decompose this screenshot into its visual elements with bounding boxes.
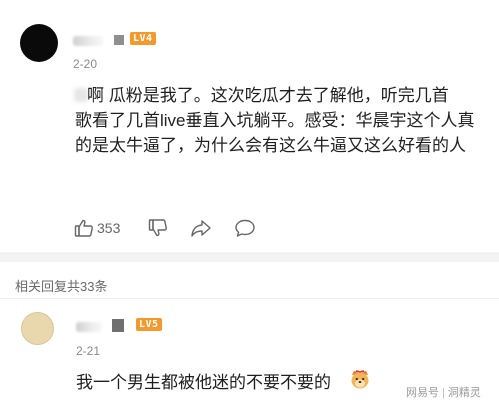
comment-date: 2-21 [76, 344, 101, 358]
comment-text: 我一个男生都被他迷的不要不要的 [76, 373, 331, 392]
user-mark-icon [112, 319, 124, 332]
watermark-left: 网易号 [406, 387, 439, 399]
avatar[interactable] [21, 312, 54, 345]
reply-card: LV5 2-21 我一个男生都被他迷的不要不要的 [0, 0, 499, 407]
source-watermark: 网易号 | 洞精灵 [403, 383, 484, 401]
watermark-separator: | [442, 387, 445, 399]
level-badge: LV5 [136, 318, 162, 331]
username-blurred[interactable] [76, 322, 102, 332]
dog-face-emoji-icon [349, 368, 371, 390]
watermark-right: 洞精灵 [447, 387, 481, 399]
